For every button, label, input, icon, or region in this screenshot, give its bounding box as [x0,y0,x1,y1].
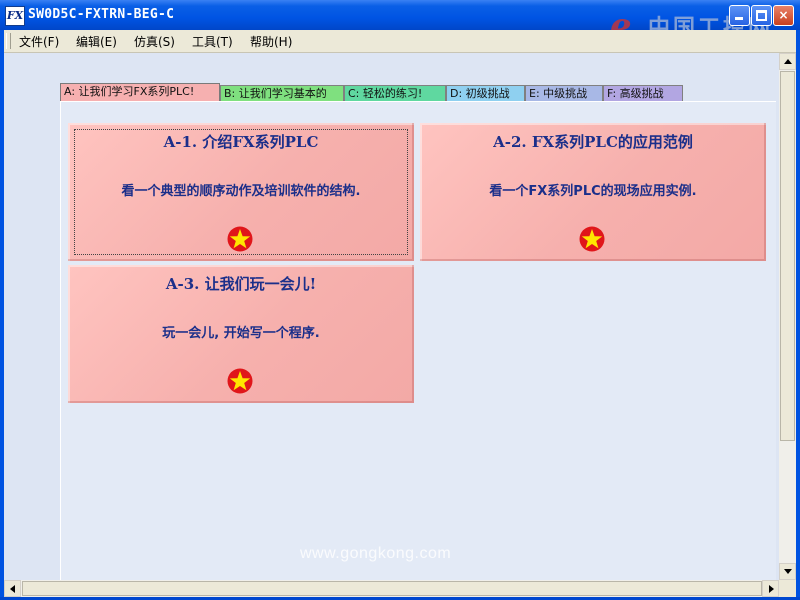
card-description: 玩一会儿, 开始写一个程序. [162,326,320,341]
horizontal-scrollbar[interactable] [4,580,779,597]
scroll-right-button[interactable] [762,580,779,597]
lesson-card-a3[interactable]: A-3. 让我们玩一会儿! 玩一会儿, 开始写一个程序. [68,265,414,403]
card-title: A-3. 让我们玩一会儿! [165,275,317,293]
menu-bar: 文件(F) 编辑(E) 仿真(S) 工具(T) 帮助(H) [4,30,796,53]
arrow-left-icon [10,585,15,593]
client-area: A: 让我们学习FX系列PLC! B: 让我们学习基本的 C: 轻松的练习! D… [4,53,796,597]
window-frame-right [796,30,800,600]
menu-simulate[interactable]: 仿真(S) [134,33,175,50]
app-icon[interactable]: FX [5,6,25,26]
scroll-down-button[interactable] [779,563,796,580]
menu-edit[interactable]: 编辑(E) [76,33,117,50]
menu-help[interactable]: 帮助(H) [250,33,292,50]
star-icon[interactable] [227,226,253,252]
horizontal-scroll-thumb[interactable] [22,581,762,596]
tab-b[interactable]: B: 让我们学习基本的 [220,85,344,101]
card-description: 看一个典型的顺序动作及培训软件的结构. [121,184,361,199]
scroll-up-button[interactable] [779,53,796,70]
minimize-button[interactable] [729,5,750,26]
vertical-scroll-thumb[interactable] [780,71,795,441]
card-description: 看一个FX系列PLC的现场应用实例. [489,184,697,199]
tab-f[interactable]: F: 高级挑战 [603,85,683,101]
tab-c[interactable]: C: 轻松的练习! [344,85,446,101]
watermark-bottom: www.gongkong.com [300,545,452,562]
tab-d[interactable]: D: 初级挑战 [446,85,525,101]
close-button[interactable]: × [773,5,794,26]
star-icon[interactable] [227,368,253,394]
scrollbar-corner [779,580,796,597]
menu-tools[interactable]: 工具(T) [192,33,233,50]
lesson-card-a1[interactable]: A-1. 介绍FX系列PLC 看一个典型的顺序动作及培训软件的结构. [68,123,414,261]
tab-a[interactable]: A: 让我们学习FX系列PLC! [60,83,220,102]
card-title: A-2. FX系列PLC的应用范例 [493,133,693,151]
maximize-button[interactable] [751,5,772,26]
arrow-down-icon [784,569,792,574]
menu-grip [6,33,11,49]
menu-file[interactable]: 文件(F) [19,33,59,50]
tab-e[interactable]: E: 中级挑战 [525,85,603,101]
title-bar[interactable]: FX SW0D5C-FXTRN-BEG-C e 中国工控网 www.gongko… [0,0,800,49]
main-panel: A: 让我们学习FX系列PLC! B: 让我们学习基本的 C: 轻松的练习! D… [4,53,779,581]
scroll-left-button[interactable] [4,580,21,597]
arrow-up-icon [784,59,792,64]
lesson-card-a2[interactable]: A-2. FX系列PLC的应用范例 看一个FX系列PLC的现场应用实例. [420,123,766,261]
vertical-scrollbar[interactable] [779,53,796,580]
star-icon[interactable] [579,226,605,252]
window-title: SW0D5C-FXTRN-BEG-C [28,7,175,22]
card-title: A-1. 介绍FX系列PLC [163,133,319,151]
close-icon: × [778,8,789,22]
arrow-right-icon [769,585,774,593]
